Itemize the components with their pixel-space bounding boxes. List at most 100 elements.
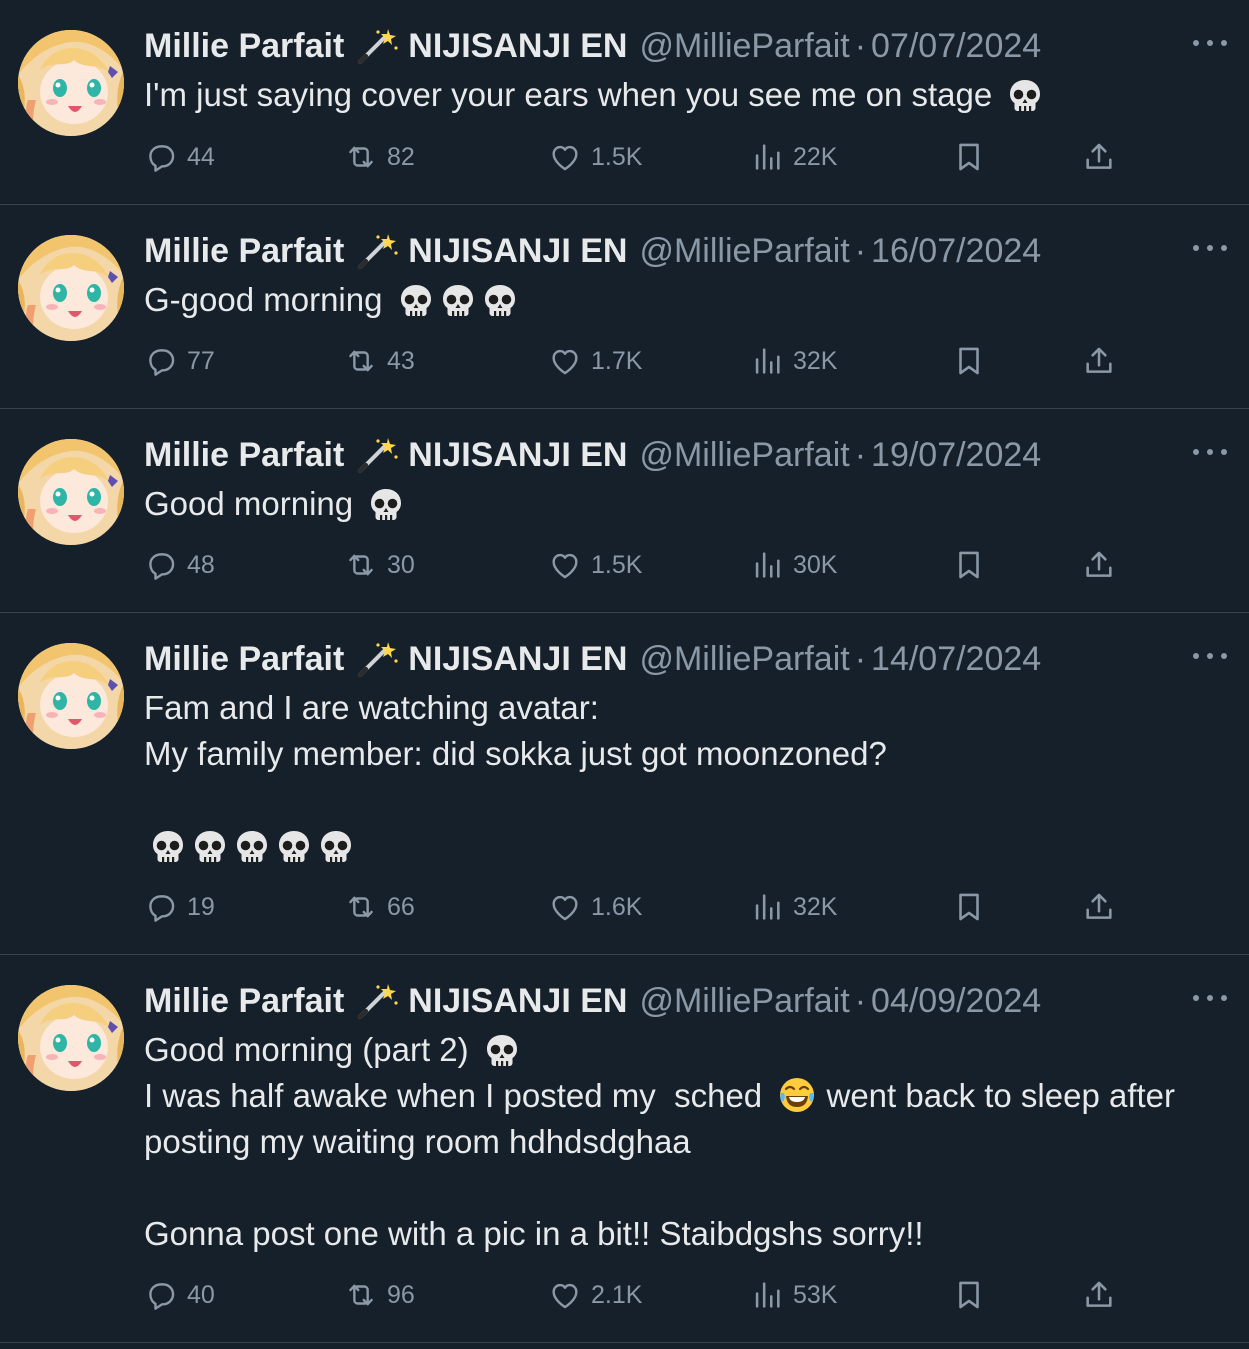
bookmark-icon — [959, 347, 979, 375]
laughing-emoji-icon — [780, 1078, 815, 1112]
share-button[interactable] — [1082, 1275, 1125, 1315]
retweet-button[interactable]: 66 — [344, 887, 415, 927]
reply-icon — [149, 553, 175, 580]
heart-icon — [552, 349, 578, 375]
tweet-content: Millie Parfait NIJISANJI EN @MillieParfa… — [144, 433, 1219, 527]
skull-icon — [237, 831, 267, 862]
tweet[interactable]: Millie Parfait NIJISANJI EN @MillieParfa… — [0, 0, 1249, 205]
tweet[interactable]: Millie Parfait NIJISANJI EN @MillieParfa… — [0, 409, 1249, 613]
org-label: NIJISANJI EN — [408, 232, 628, 270]
views-button[interactable]: 32K — [750, 341, 837, 381]
skull-icon — [442, 285, 473, 316]
like-button[interactable]: 1.5K — [548, 545, 642, 585]
reply-button[interactable]: 19 — [144, 887, 215, 927]
tweet-date[interactable]: 16/07/2024 — [871, 229, 1041, 273]
retweet-count: 30 — [387, 550, 415, 579]
reply-count: 19 — [187, 892, 215, 921]
like-button[interactable]: 1.7K — [548, 341, 642, 381]
retweet-button[interactable]: 43 — [344, 341, 415, 381]
share-button[interactable] — [1082, 137, 1125, 177]
separator-dot: · — [854, 27, 867, 65]
view-count: 30K — [793, 550, 838, 579]
display-name[interactable]: Millie Parfait — [144, 979, 344, 1023]
bookmark-button[interactable] — [952, 1275, 995, 1315]
user-handle[interactable]: @MillieParfait — [639, 229, 849, 273]
reply-count: 44 — [187, 142, 215, 171]
magic-wand-icon — [354, 435, 400, 475]
retweet-count: 96 — [387, 1280, 415, 1309]
reply-button[interactable]: 40 — [144, 1275, 215, 1315]
bookmark-button[interactable] — [952, 341, 995, 381]
display-name[interactable]: Millie Parfait — [144, 24, 344, 68]
share-icon — [1086, 347, 1112, 373]
retweet-button[interactable]: 30 — [344, 545, 415, 585]
tweet-date[interactable]: 19/07/2024 — [871, 433, 1041, 477]
avatar[interactable] — [18, 643, 124, 749]
tweet-text-line: Fam and I are watching avatar: — [144, 689, 599, 726]
tweet[interactable]: Millie Parfait NIJISANJI EN @MillieParfa… — [0, 613, 1249, 955]
magic-wand-icon — [354, 231, 400, 271]
like-button[interactable]: 1.5K — [548, 137, 642, 177]
tweet-actions: 77 43 1.7K 32K — [144, 341, 1124, 381]
tweet-date[interactable]: 14/07/2024 — [871, 637, 1041, 681]
org-label: NIJISANJI EN — [408, 436, 628, 474]
like-button[interactable]: 2.1K — [548, 1275, 642, 1315]
skull-icon — [195, 831, 225, 862]
avatar[interactable] — [18, 235, 124, 341]
tweet[interactable]: Millie Parfait NIJISANJI EN @MillieParfa… — [0, 205, 1249, 409]
retweet-button[interactable]: 96 — [344, 1275, 415, 1315]
separator-dot: · — [854, 232, 867, 270]
views-button[interactable]: 22K — [750, 137, 837, 177]
reply-button[interactable]: 44 — [144, 137, 215, 177]
share-button[interactable] — [1082, 341, 1125, 381]
separator-dot: · — [854, 436, 867, 474]
avatar[interactable] — [18, 30, 124, 136]
reply-count: 77 — [187, 346, 215, 375]
share-button[interactable] — [1082, 887, 1125, 927]
like-count: 1.5K — [591, 142, 643, 171]
retweet-icon — [349, 350, 373, 372]
user-handle[interactable]: @MillieParfait — [639, 433, 849, 477]
bookmark-button[interactable] — [952, 887, 995, 927]
avatar[interactable] — [18, 439, 124, 545]
views-icon — [755, 144, 780, 170]
view-count: 53K — [793, 1280, 838, 1309]
display-name[interactable]: Millie Parfait — [144, 433, 344, 477]
user-handle[interactable]: @MillieParfait — [639, 24, 849, 68]
like-button[interactable]: 1.6K — [548, 887, 642, 927]
tweet-text-line — [144, 823, 1219, 869]
tweet-text-line: posting my waiting room hdhdsdghaa — [144, 1123, 691, 1160]
tweet-text-line: Good morning — [144, 481, 1219, 527]
display-name[interactable]: Millie Parfait — [144, 229, 344, 273]
retweet-button[interactable]: 82 — [344, 137, 415, 177]
reply-button[interactable]: 48 — [144, 545, 215, 585]
reply-button[interactable]: 77 — [144, 341, 215, 381]
heart-icon — [552, 895, 578, 921]
share-icon — [1086, 893, 1112, 919]
bookmark-button[interactable] — [952, 545, 995, 585]
skull-icon — [486, 1035, 517, 1066]
avatar[interactable] — [18, 985, 124, 1091]
org-label: NIJISANJI EN — [408, 640, 628, 678]
display-name[interactable]: Millie Parfait — [144, 637, 344, 681]
views-button[interactable]: 30K — [750, 545, 837, 585]
skull-icon — [321, 831, 351, 862]
tweet-header: Millie Parfait NIJISANJI EN @MillieParfa… — [144, 433, 1219, 477]
tweet[interactable]: Millie Parfait NIJISANJI EN @MillieParfa… — [0, 955, 1249, 1343]
bookmark-button[interactable] — [952, 137, 995, 177]
tweet-text: G-good morning — [144, 277, 1219, 323]
tweet-content: Millie Parfait NIJISANJI EN @MillieParfa… — [144, 637, 1219, 869]
user-handle[interactable]: @MillieParfait — [639, 979, 849, 1023]
retweet-count: 66 — [387, 892, 415, 921]
magic-wand-icon — [354, 981, 400, 1021]
tweet-date[interactable]: 07/07/2024 — [871, 24, 1041, 68]
user-handle[interactable]: @MillieParfait — [639, 637, 849, 681]
view-count: 22K — [793, 142, 838, 171]
tweet-date[interactable]: 04/09/2024 — [871, 979, 1041, 1023]
tweet-actions: 44 82 1.5K 22K — [144, 137, 1124, 177]
view-count: 32K — [793, 346, 838, 375]
retweet-icon — [349, 146, 373, 168]
share-button[interactable] — [1082, 545, 1125, 585]
views-button[interactable]: 32K — [750, 887, 837, 927]
views-button[interactable]: 53K — [750, 1275, 837, 1315]
